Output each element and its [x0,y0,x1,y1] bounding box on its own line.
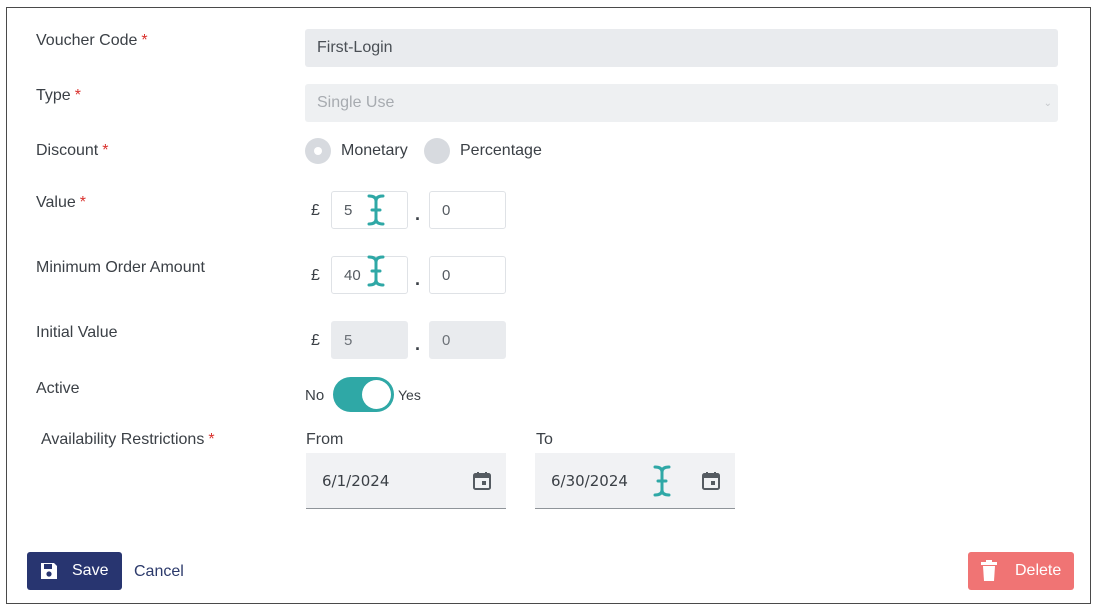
discount-option-monetary-label: Monetary [341,142,408,159]
voucher-code-input[interactable]: First-Login [305,29,1058,67]
cancel-button[interactable]: Cancel [134,563,184,581]
save-button-label: Save [72,562,109,579]
minimum-order-fraction-input[interactable]: 0 [429,256,506,294]
availability-label: Availability Restrictions * [41,431,215,448]
active-label: Active [36,380,80,397]
initial-value-fraction-input: 0 [429,321,506,359]
chevron-down-icon: ⌄ [1043,98,1052,109]
text-cursor-icon [653,465,671,497]
to-date-input[interactable]: 6/30/2024 [535,453,735,509]
active-on-label: Yes [398,387,421,403]
minimum-order-label: Minimum Order Amount [36,259,205,276]
to-date-label: To [536,431,553,448]
floppy-disk-icon [41,563,57,579]
calendar-icon[interactable] [701,471,721,491]
voucher-code-label: Voucher Code * [36,32,148,49]
type-select[interactable]: Single Use ⌄ [305,84,1058,122]
initial-value-whole-input: 5 [331,321,408,359]
minimum-order-decimal-separator: . [415,269,421,289]
initial-value-currency-symbol: £ [311,332,320,349]
trash-icon [981,560,997,581]
text-cursor-icon [367,194,385,226]
active-toggle-knob [362,380,391,409]
type-label: Type * [36,87,81,104]
from-date-label: From [306,431,344,448]
delete-button[interactable]: Delete [968,552,1074,590]
value-currency-symbol: £ [311,202,320,219]
discount-radio-percentage[interactable] [424,138,450,164]
delete-button-label: Delete [1015,562,1062,579]
discount-option-percentage-label: Percentage [460,142,542,159]
minimum-order-currency-symbol: £ [311,267,320,284]
active-off-label: No [305,387,325,404]
value-fraction-input[interactable]: 0 [429,191,506,229]
from-date-input[interactable]: 6/1/2024 [306,453,506,509]
text-cursor-icon [367,255,385,287]
discount-label: Discount * [36,142,109,159]
discount-radio-monetary[interactable] [305,138,331,164]
active-toggle[interactable] [333,377,394,412]
calendar-icon[interactable] [472,471,492,491]
save-button[interactable]: Save [27,552,122,590]
initial-value-label: Initial Value [36,324,118,341]
value-decimal-separator: . [415,204,421,224]
initial-value-decimal-separator: . [415,334,421,354]
value-label: Value * [36,194,86,211]
